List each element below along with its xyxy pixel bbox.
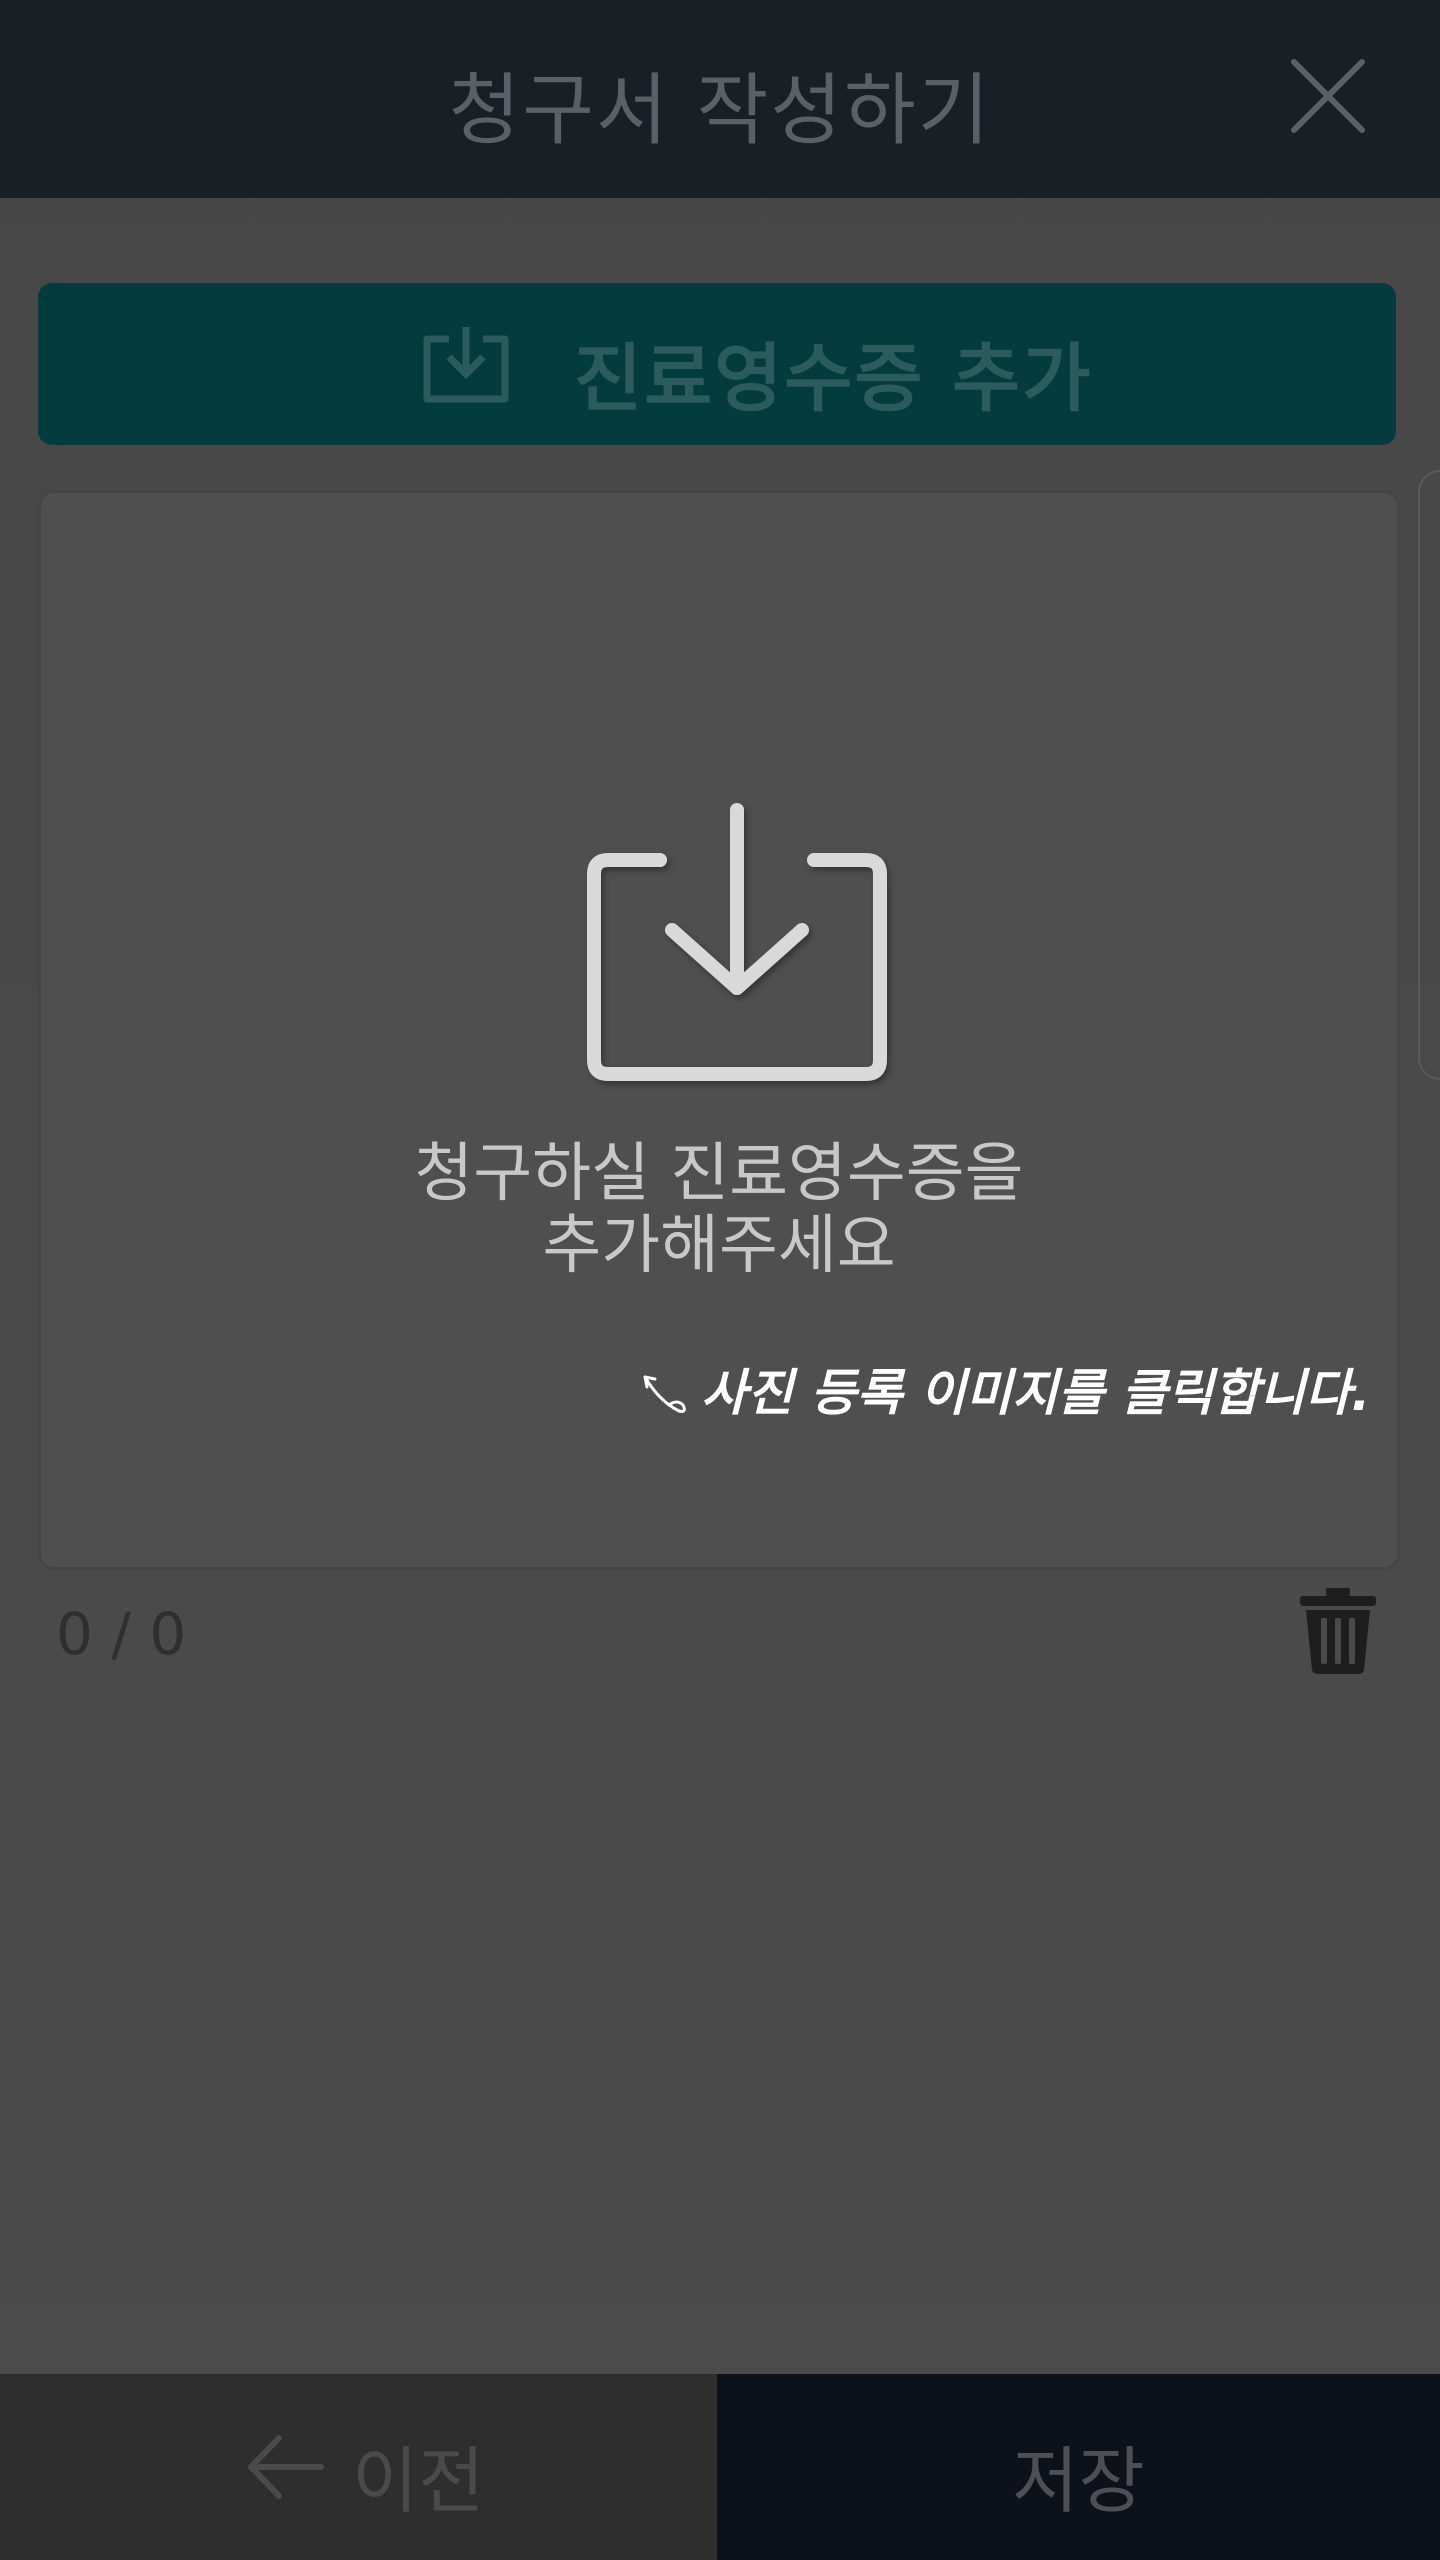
- screen: 청구서 작성하기 진료영수증 추가 청구하실 진료영수증을 추가해주세요 사진 …: [0, 0, 1440, 2560]
- download-box-icon: [423, 327, 509, 403]
- empty-state-line-1: 청구하실 진료영수증을: [414, 1137, 1024, 1211]
- trash-icon: [1300, 1588, 1376, 1674]
- save-button[interactable]: 저장: [717, 2374, 1440, 2560]
- close-button[interactable]: [1290, 58, 1366, 134]
- tutorial-hint-text: 사진 등록 이미지를 클릭합니다.: [701, 1364, 1371, 1422]
- previous-label: 이전: [352, 2439, 485, 2523]
- next-card-edge: [1418, 470, 1440, 1080]
- header-bar: 청구서 작성하기: [0, 0, 1440, 198]
- empty-state-message: 청구하실 진료영수증을 추가해주세요: [41, 1138, 1397, 1282]
- save-label: 저장: [1012, 2439, 1145, 2523]
- bottom-action-bar: 이전 저장: [0, 2374, 1440, 2560]
- empty-state-line-2: 추가해주세요: [542, 1209, 896, 1283]
- tutorial-hint: 사진 등록 이미지를 클릭합니다.: [639, 1353, 1370, 1425]
- add-receipt-label: 진료영수증 추가: [574, 336, 1093, 422]
- pointer-arrow-icon: [643, 1375, 686, 1413]
- close-icon: [1291, 59, 1365, 133]
- page-title: 청구서 작성하기: [448, 66, 992, 156]
- page-counter: 0 / 0: [56, 1600, 187, 1668]
- previous-button[interactable]: 이전: [0, 2374, 717, 2560]
- arrow-left-icon: [248, 2435, 324, 2499]
- download-box-icon[interactable]: [568, 798, 908, 1098]
- add-receipt-button[interactable]: 진료영수증 추가: [38, 283, 1396, 445]
- delete-button[interactable]: [1296, 1586, 1380, 1676]
- receipt-preview-panel[interactable]: 청구하실 진료영수증을 추가해주세요 사진 등록 이미지를 클릭합니다.: [38, 490, 1400, 1570]
